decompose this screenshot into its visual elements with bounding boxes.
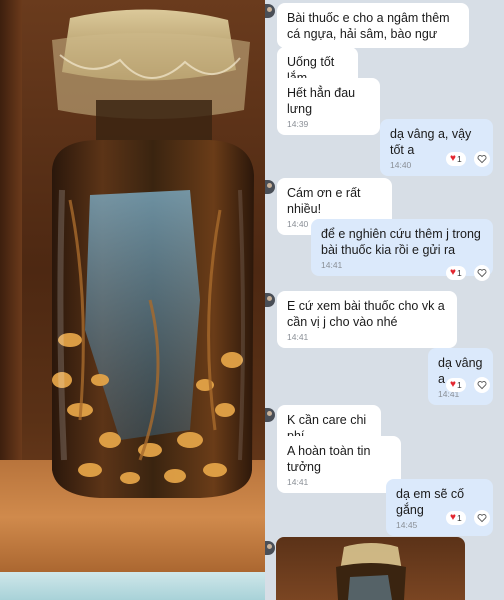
message-time: 14:45 [396, 520, 418, 530]
message-time: 14:41 [287, 332, 309, 342]
reaction-count: 1 [456, 268, 462, 278]
heart-icon: ♥ [450, 267, 456, 278]
jar-thumbnail [336, 543, 406, 600]
message-outgoing[interactable]: để e nghiên cứu thêm j trong bài thuốc k… [311, 219, 493, 276]
reaction-badge[interactable]: ♥ 1 [446, 266, 466, 280]
message-time: 14:40 [390, 160, 412, 170]
message-text: Cám ơn e rất nhiều! [287, 186, 361, 216]
message-text: Bài thuốc e cho a ngâm thêm cá ngựa, hải… [287, 11, 450, 41]
message-text: dạ vâng a, vậy tốt a [390, 127, 472, 157]
reaction-badge[interactable]: ♥ 1 [446, 511, 466, 525]
like-button[interactable] [474, 265, 490, 281]
sender-avatar[interactable] [265, 180, 275, 194]
heart-icon: ♥ [450, 379, 456, 390]
jar-illustration [52, 9, 254, 498]
reaction-count: 1 [456, 380, 462, 390]
sender-avatar[interactable] [265, 408, 275, 422]
message-text: E cứ xem bài thuốc cho vk a cần vị j cho… [287, 299, 445, 329]
sender-avatar[interactable] [265, 541, 275, 555]
image-message[interactable] [276, 537, 465, 600]
message-outgoing[interactable]: dạ em sẽ cố gắng 14:45 [386, 479, 493, 536]
message-incoming[interactable]: Bài thuốc e cho a ngâm thêm cá ngựa, hải… [277, 3, 469, 48]
message-outgoing[interactable]: dạ vâng a, vậy tốt a 14:40 [380, 119, 493, 176]
message-incoming[interactable]: A hoàn toàn tin tưởng 14:41 [277, 436, 401, 493]
reaction-count: 1 [456, 154, 462, 164]
message-time: 14:41 [287, 477, 309, 487]
sender-avatar[interactable] [265, 4, 275, 18]
reaction-badge[interactable]: ♥ 1 [446, 152, 466, 166]
message-incoming[interactable]: E cứ xem bài thuốc cho vk a cần vị j cho… [277, 291, 457, 348]
message-text: dạ em sẽ cố gắng [396, 487, 465, 517]
reaction-badge[interactable]: ♥ 1 [446, 378, 466, 392]
reaction-count: 1 [456, 513, 462, 523]
heart-icon: ♥ [450, 153, 456, 164]
message-text: để e nghiên cứu thêm j trong bài thuốc k… [321, 227, 481, 257]
heart-outline-icon [477, 269, 487, 278]
heart-outline-icon [477, 514, 487, 523]
heart-outline-icon [477, 155, 487, 164]
like-button[interactable] [474, 377, 490, 393]
heart-icon: ♥ [450, 512, 456, 523]
message-text: Hết hẳn đau lưng [287, 86, 356, 116]
like-button[interactable] [474, 151, 490, 167]
message-incoming[interactable]: Hết hẳn đau lưng 14:39 [277, 78, 380, 135]
jar-photo [0, 0, 265, 600]
sender-avatar[interactable] [265, 293, 275, 307]
message-time: 14:39 [287, 119, 309, 129]
message-text: A hoàn toàn tin tưởng [287, 444, 371, 474]
like-button[interactable] [474, 510, 490, 526]
chat-panel[interactable]: Bài thuốc e cho a ngâm thêm cá ngựa, hải… [265, 0, 504, 600]
heart-outline-icon [477, 381, 487, 390]
